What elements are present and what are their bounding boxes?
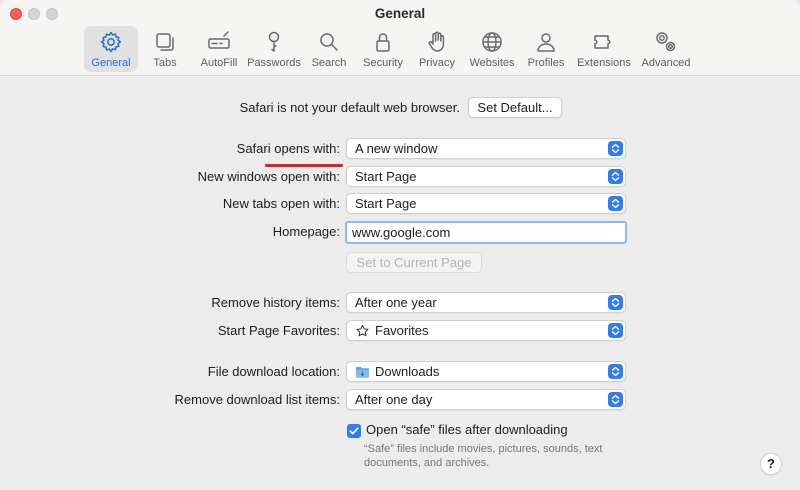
tab-advanced[interactable]: Advanced [636,26,696,72]
history-popup[interactable]: After one year [346,292,626,313]
popup-value: Favorites [375,323,429,338]
person-icon [537,33,555,52]
preferences-window: General General Tabs AutoFill Passwords … [0,0,800,490]
tab-label: Extensions [577,57,631,69]
tab-search[interactable]: Search [302,26,356,72]
homepage-label: Homepage: [272,224,340,239]
popup-value: Start Page [355,196,417,211]
preferences-tabs: General Tabs AutoFill Passwords Search S… [84,26,696,72]
tab-tabs[interactable]: Tabs [138,26,192,72]
general-pane: Safari is not your default web browser. … [0,77,800,490]
popup-value: After one day [355,392,433,407]
history-label: Remove history items: [211,295,340,310]
gear-icon [100,31,122,53]
folder-icon [355,366,370,378]
set-default-button[interactable]: Set Default... [468,97,562,118]
download-list-popup[interactable]: After one day [346,389,626,410]
tab-label: Tabs [153,57,177,69]
history-row: Remove history items: After one year [0,292,800,314]
tab-security[interactable]: Security [356,26,410,72]
chevron-updown-icon [608,364,623,379]
gears-icon [656,32,676,52]
chevron-updown-icon [608,196,623,211]
annotation-underline [265,164,343,167]
safe-files-label: Open “safe” files after downloading [366,422,568,437]
chevron-updown-icon [608,295,623,310]
chevron-updown-icon [608,323,623,338]
download-location-row: File download location: Downloads [0,361,800,383]
favorites-popup[interactable]: Favorites [346,320,626,341]
tab-privacy[interactable]: Privacy [410,26,464,72]
safe-files-help: “Safe” files include movies, pictures, s… [364,443,603,469]
download-list-row: Remove download list items: After one da… [0,389,800,411]
favorites-label: Start Page Favorites: [217,323,340,338]
puzzle-icon [594,35,611,49]
download-list-label: Remove download list items: [174,392,340,407]
tab-label: Privacy [418,57,456,69]
tab-label: Search [311,57,347,69]
chevron-updown-icon [608,141,623,156]
safe-files-row: Open “safe” files after downloading “Saf… [0,422,800,474]
tabs-icon [156,33,174,51]
download-location-popup[interactable]: Downloads [346,361,626,382]
tab-websites[interactable]: Websites [464,26,520,72]
tab-label: Profiles [527,57,565,69]
toolbar: General General Tabs AutoFill Passwords … [0,0,800,76]
homepage-row: Homepage: www.google.com [0,221,800,245]
popup-value: A new window [355,141,438,156]
tab-label: AutoFill [200,57,238,69]
default-browser-message: Safari is not your default web browser. [239,100,460,115]
new-windows-popup[interactable]: Start Page [346,166,626,187]
tab-passwords[interactable]: Passwords [246,26,302,72]
tab-label: General [91,57,131,69]
help-button[interactable]: ? [760,453,782,475]
checkmark-icon [349,427,359,435]
tab-label: Security [363,57,403,69]
popup-value: Downloads [375,364,440,379]
homepage-field[interactable]: www.google.com [345,221,627,244]
new-windows-row: New windows open with: Start Page [0,166,800,188]
hand-icon [428,31,445,52]
safe-files-checkbox[interactable] [347,424,361,438]
tab-extensions[interactable]: Extensions [572,26,636,72]
globe-icon [482,32,502,52]
opens-with-popup[interactable]: A new window [346,138,626,159]
opens-with-row: Safari opens with: A new window [0,138,800,160]
chevron-updown-icon [608,169,623,184]
tab-general[interactable]: General [84,26,138,72]
opens-with-label: Safari opens with: [236,141,340,156]
default-browser-row: Safari is not your default web browser. … [0,97,800,121]
search-icon [320,33,338,51]
autofill-icon [208,31,230,49]
star-icon [356,324,369,337]
chevron-updown-icon [608,392,623,407]
set-current-page-row: Set to Current Page [0,252,800,274]
tab-label: Passwords [247,57,301,69]
popup-value: Start Page [355,169,417,184]
tab-autofill[interactable]: AutoFill [192,26,246,72]
homepage-value: www.google.com [352,225,451,240]
new-tabs-popup[interactable]: Start Page [346,193,626,214]
favorites-row: Start Page Favorites: Favorites [0,320,800,342]
popup-value: After one year [355,295,437,310]
new-windows-label: New windows open with: [197,169,340,184]
set-current-page-button[interactable]: Set to Current Page [346,252,482,273]
download-location-label: File download location: [207,364,340,379]
tab-profiles[interactable]: Profiles [520,26,572,72]
new-tabs-row: New tabs open with: Start Page [0,193,800,215]
tab-label: Advanced [641,57,691,69]
key-icon [268,31,280,52]
new-tabs-label: New tabs open with: [222,196,340,211]
lock-icon [376,33,390,52]
window-title: General [374,6,426,21]
tab-label: Websites [469,57,515,69]
